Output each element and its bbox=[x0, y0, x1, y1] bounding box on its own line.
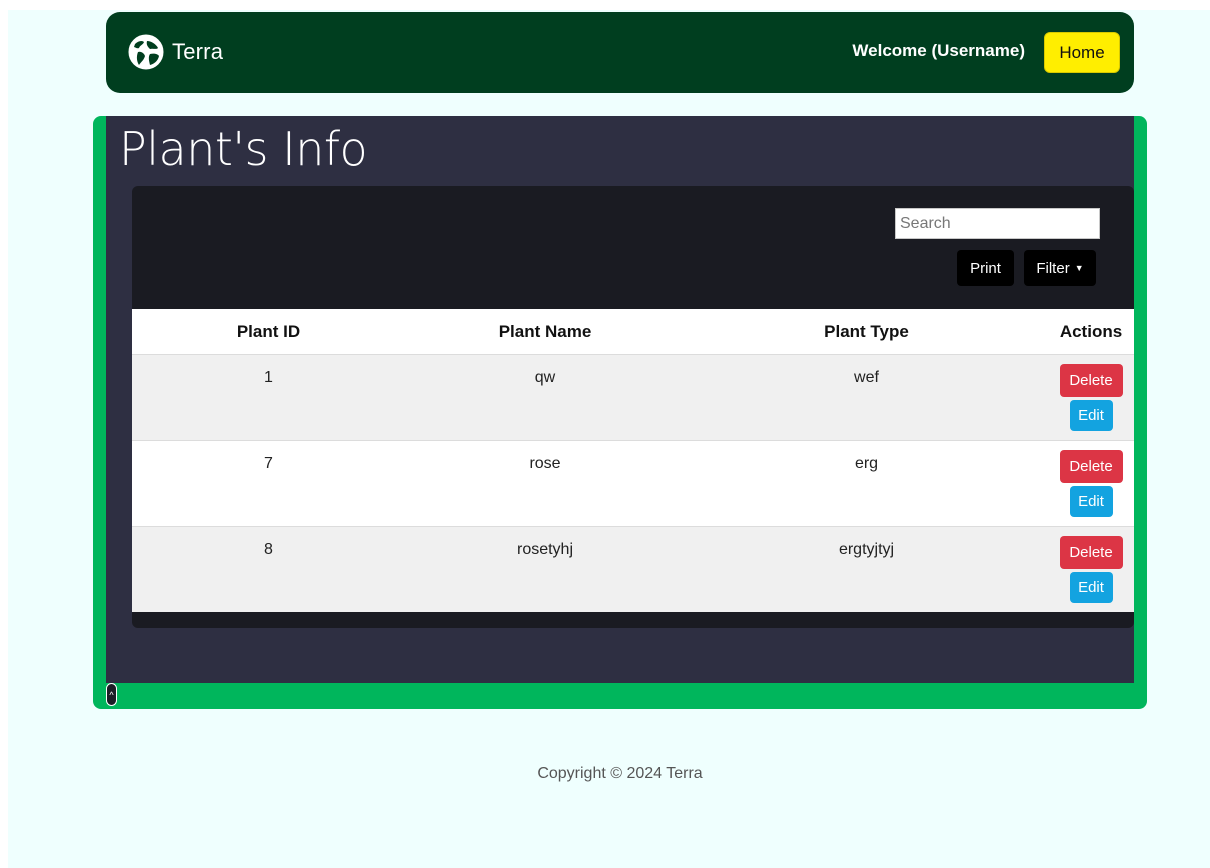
table-row: 1 qw wef Delete Edit bbox=[132, 354, 1134, 441]
plant-type-cell: erg bbox=[685, 440, 1048, 527]
welcome-text: Welcome (Username) bbox=[852, 41, 1025, 60]
plant-type: erg bbox=[854, 455, 879, 472]
column-header-plant-type: Plant Type bbox=[824, 321, 909, 341]
plant-name-cell: rosetyhj bbox=[405, 526, 685, 612]
plant-id-cell: 1 bbox=[132, 354, 405, 441]
column-header-actions: Actions bbox=[1059, 321, 1123, 341]
plant-type: wef bbox=[854, 369, 879, 386]
navbar: Terra Welcome (Username) Home bbox=[106, 12, 1134, 93]
plant-id: 7 bbox=[264, 455, 273, 472]
caret-down-icon: ▼ bbox=[1074, 263, 1084, 273]
delete-button[interactable]: Delete bbox=[1059, 536, 1123, 569]
plant-name-cell: qw bbox=[405, 354, 685, 441]
edit-button[interactable]: Edit bbox=[1069, 486, 1113, 517]
column-header-plant-id: Plant ID bbox=[236, 321, 301, 341]
print-button-label: Print bbox=[970, 259, 1001, 277]
table-row: 7 rose erg Delete Edit bbox=[132, 440, 1134, 527]
content-frame: Plant's Info Print Filter ▼ Plant ID Pla… bbox=[93, 116, 1147, 709]
actions-cell: Delete Edit bbox=[1048, 440, 1134, 527]
print-button[interactable]: Print bbox=[957, 250, 1014, 286]
delete-button[interactable]: Delete bbox=[1059, 450, 1123, 483]
column-header-plant-name: Plant Name bbox=[498, 321, 592, 341]
chevron-up-icon: ^ bbox=[109, 689, 114, 700]
plant-name: rosetyhj bbox=[516, 541, 574, 558]
filter-dropdown-button[interactable]: Filter ▼ bbox=[1024, 250, 1096, 286]
plant-name: rose bbox=[529, 455, 561, 472]
actions-cell: Delete Edit bbox=[1048, 354, 1134, 441]
plant-type-cell: wef bbox=[685, 354, 1048, 441]
delete-button[interactable]: Delete bbox=[1059, 364, 1123, 397]
plant-type-cell: ergtyjtyj bbox=[685, 526, 1048, 612]
content-panel: Plant's Info Print Filter ▼ Plant ID Pla… bbox=[106, 116, 1134, 683]
search-input[interactable] bbox=[895, 208, 1100, 239]
plant-type: ergtyjtyj bbox=[838, 541, 895, 558]
edit-button[interactable]: Edit bbox=[1069, 572, 1113, 603]
edit-button[interactable]: Edit bbox=[1069, 400, 1113, 431]
home-button[interactable]: Home bbox=[1044, 32, 1120, 73]
plants-card: Print Filter ▼ Plant ID Plant Name Plant… bbox=[132, 186, 1134, 628]
scroll-to-top-button[interactable]: ^ bbox=[106, 683, 117, 706]
brand-name: Terra bbox=[172, 39, 224, 64]
plant-name-cell: rose bbox=[405, 440, 685, 527]
plant-name: qw bbox=[534, 369, 556, 386]
plants-table: Plant ID Plant Name Plant Type Actions 1… bbox=[132, 309, 1134, 612]
table-row: 8 rosetyhj ergtyjtyj Delete Edit bbox=[132, 526, 1134, 612]
filter-button-label: Filter bbox=[1036, 259, 1070, 277]
brand[interactable]: Terra bbox=[128, 34, 223, 70]
globe-icon bbox=[128, 34, 164, 70]
page-title: Plant's Info bbox=[119, 122, 368, 176]
plant-id-cell: 8 bbox=[132, 526, 405, 612]
footer-copyright: Copyright © 2024 Terra bbox=[537, 765, 703, 782]
table-header-row: Plant ID Plant Name Plant Type Actions bbox=[132, 309, 1134, 355]
plant-id: 1 bbox=[264, 369, 273, 386]
plant-id: 8 bbox=[264, 541, 273, 558]
plant-id-cell: 7 bbox=[132, 440, 405, 527]
actions-cell: Delete Edit bbox=[1048, 526, 1134, 612]
